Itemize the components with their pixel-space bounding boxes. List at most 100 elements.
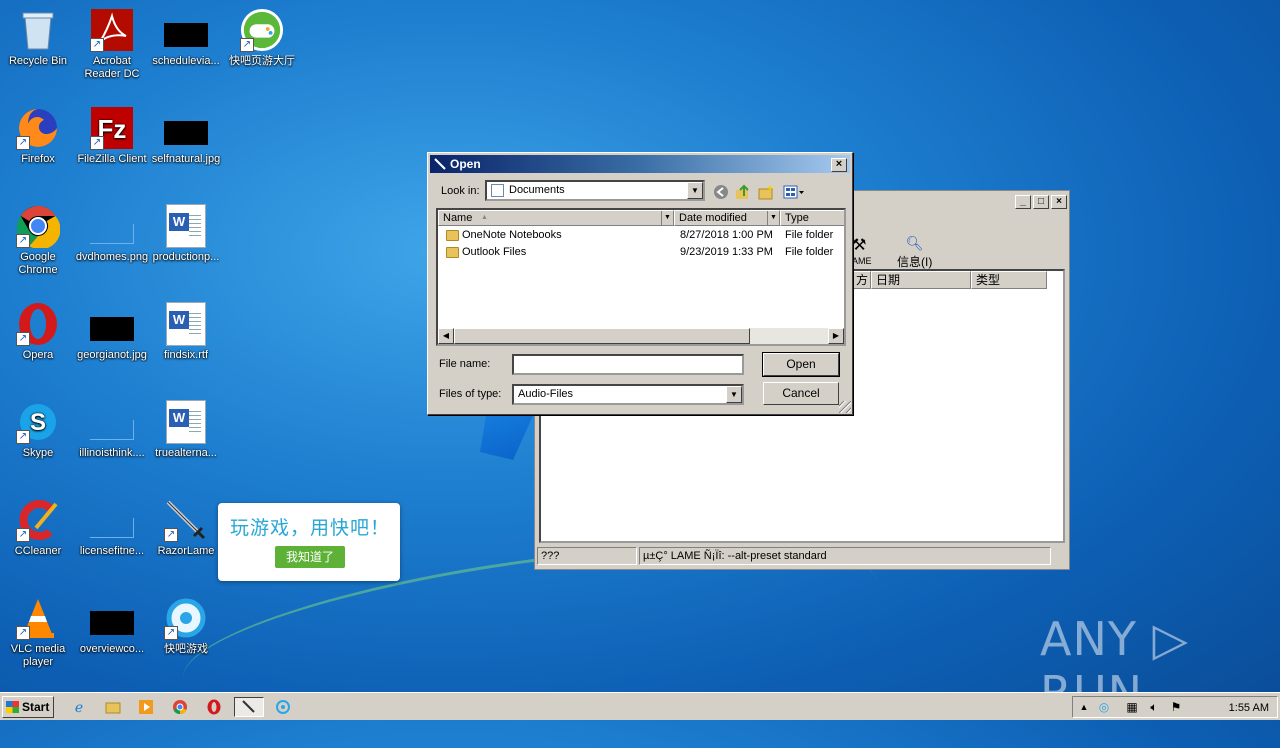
- desktop-icon-acrobat[interactable]: ↗ Acrobat Reader DC: [74, 8, 150, 81]
- opera-icon[interactable]: [203, 697, 225, 717]
- network-icon[interactable]: ▦: [1123, 699, 1141, 715]
- start-label: Start: [22, 700, 50, 714]
- start-button[interactable]: Start: [2, 696, 54, 718]
- column-dropdown-icon[interactable]: ▼: [767, 211, 779, 225]
- folder-icon: [446, 247, 459, 258]
- clock[interactable]: 1:55 AM: [1229, 700, 1269, 716]
- promo-dismiss-button[interactable]: 我知道了: [275, 546, 345, 568]
- desktop-icon-dvdhomes[interactable]: dvdhomes.png: [74, 204, 150, 264]
- desktop-icon-licensefitne[interactable]: licensefitne...: [74, 498, 150, 558]
- horizontal-scrollbar[interactable]: ◀ ▶: [438, 328, 844, 344]
- desktop-icon-skype[interactable]: S ↗ Skype: [0, 400, 76, 460]
- desktop-icon-label: RazorLame: [157, 545, 215, 557]
- file-name-label: File name:: [439, 358, 491, 370]
- desktop-icon-ccleaner[interactable]: ↗ CCleaner: [0, 498, 76, 558]
- desktop-icon-firefox[interactable]: ↗ Firefox: [0, 106, 76, 166]
- desktop-icon-razorlame[interactable]: ↗ RazorLame: [148, 498, 224, 558]
- desktop-icon-selfnatural[interactable]: selfnatural.jpg: [148, 106, 224, 166]
- opera-icon: ↗: [16, 302, 60, 346]
- word-document-icon: W: [164, 302, 208, 346]
- desktop-icon-vlc[interactable]: ↗ VLC media player: [0, 596, 76, 669]
- chevron-down-icon[interactable]: ▼: [687, 182, 703, 199]
- column-date-label: Date modified: [679, 212, 747, 224]
- desktop-icon-overviewco[interactable]: overviewco...: [74, 596, 150, 656]
- acrobat-icon: ↗: [90, 8, 134, 52]
- desktop-icon-georgianot[interactable]: georgianot.jpg: [74, 302, 150, 362]
- column-header-name[interactable]: Name ▲ ▼: [438, 210, 674, 226]
- file-type: File folder: [785, 229, 834, 241]
- scroll-left-icon[interactable]: ◀: [438, 328, 454, 344]
- desktop-icon-findsix[interactable]: W findsix.rtf: [148, 302, 224, 362]
- dialog-titlebar[interactable]: Open ×: [430, 155, 850, 173]
- shortcut-arrow-icon: ↗: [90, 136, 104, 150]
- volume-icon[interactable]: 🔈︎: [1145, 699, 1163, 715]
- status-bar: ??? µ±Ç° LAME Ñ¡Ïî: --alt-preset standar…: [537, 547, 1067, 567]
- shortcut-arrow-icon: ↗: [16, 528, 30, 542]
- desktop-icon-label: overviewco...: [79, 643, 145, 655]
- desktop-icon-google-chrome[interactable]: ↗ Google Chrome: [0, 204, 76, 277]
- media-player-icon[interactable]: [135, 697, 157, 717]
- razorlame-task-icon[interactable]: [234, 697, 264, 717]
- desktop-icon-kuaiba-game[interactable]: ↗ 快吧游戏: [148, 596, 224, 656]
- files-of-type-dropdown[interactable]: Audio-Files ▼: [512, 384, 744, 405]
- files-of-type-value: Audio-Files: [518, 388, 574, 400]
- kuaiba-tray-icon[interactable]: ◎: [1095, 699, 1113, 715]
- chrome-icon: ↗: [16, 204, 60, 248]
- open-button[interactable]: Open: [762, 352, 840, 377]
- column-header-date-modified[interactable]: Date modified ▼: [674, 210, 780, 226]
- scroll-right-icon[interactable]: ▶: [828, 328, 844, 344]
- toolbar-info-button[interactable]: 🔍︎ 信息(I): [897, 235, 932, 270]
- kuaiba-task-icon[interactable]: [272, 697, 294, 717]
- file-name-input[interactable]: [512, 354, 744, 375]
- kuaiba-promo-popup: 玩游戏，用快吧！ 我知道了: [218, 503, 400, 581]
- image-file-icon: [90, 400, 134, 444]
- column-header-type[interactable]: 类型: [971, 271, 1047, 289]
- minimize-button[interactable]: _: [1015, 195, 1031, 209]
- show-hidden-icons-icon[interactable]: ▲: [1075, 699, 1093, 715]
- desktop-icon-label: CCleaner: [14, 545, 62, 557]
- close-icon[interactable]: ×: [831, 158, 847, 172]
- look-in-dropdown[interactable]: Documents ▼: [485, 180, 705, 201]
- look-in-value: Documents: [509, 184, 565, 196]
- open-file-dialog[interactable]: Open × Look in: Documents ▼ Name ▲ ▼ Dat…: [427, 152, 853, 415]
- column-header[interactable]: 方: [851, 271, 871, 289]
- desktop-icon-label: licensefitne...: [79, 545, 145, 557]
- column-header-type[interactable]: Type: [780, 210, 844, 226]
- desktop-icon-kuaiba-lobby[interactable]: ↗ 快吧页游大厅: [224, 8, 300, 68]
- word-document-icon: W: [164, 204, 208, 248]
- explorer-folder-icon[interactable]: [102, 697, 124, 717]
- desktop-icon-filezilla[interactable]: Fz ↗ FileZilla Client: [74, 106, 150, 166]
- look-in-label: Look in:: [441, 185, 480, 197]
- internet-explorer-icon[interactable]: ℯ: [68, 697, 90, 717]
- desktop-icon-truealterna[interactable]: W truealterna...: [148, 400, 224, 460]
- view-menu-icon[interactable]: [781, 182, 807, 202]
- status-pane-left: ???: [537, 547, 637, 565]
- desktop-icon-schedulevia[interactable]: schedulevia...: [148, 8, 224, 68]
- taskbar: Start ℯ ▲ ◎ ▦ 🔈︎ ⚑ 1:55 AM: [0, 692, 1280, 720]
- column-dropdown-icon[interactable]: ▼: [661, 211, 673, 225]
- action-center-flag-icon[interactable]: ⚑: [1167, 699, 1185, 715]
- file-list-view[interactable]: Name ▲ ▼ Date modified ▼ Type OneNote No…: [436, 208, 846, 346]
- back-icon[interactable]: [711, 182, 731, 202]
- file-row[interactable]: OneNote Notebooks 8/27/2018 1:00 PM File…: [438, 227, 844, 244]
- chrome-icon[interactable]: [169, 697, 191, 717]
- column-header-date[interactable]: 日期: [871, 271, 971, 289]
- close-button[interactable]: ×: [1051, 195, 1067, 209]
- shortcut-arrow-icon: ↗: [16, 332, 30, 346]
- maximize-button[interactable]: □: [1033, 195, 1049, 209]
- desktop-icon-productionp[interactable]: W productionp...: [148, 204, 224, 264]
- desktop-icon-recycle-bin[interactable]: Recycle Bin: [0, 8, 76, 68]
- desktop-icon-illinoisthink[interactable]: illinoisthink....: [74, 400, 150, 460]
- desktop-icon-label: Opera: [22, 349, 54, 361]
- cancel-button[interactable]: Cancel: [763, 382, 839, 405]
- scrollbar-thumb[interactable]: [454, 328, 750, 344]
- resize-grip-icon[interactable]: [839, 401, 851, 413]
- desktop-icon-label: productionp...: [152, 251, 220, 263]
- up-folder-icon[interactable]: [733, 182, 753, 202]
- chevron-down-icon[interactable]: ▼: [726, 386, 742, 403]
- desktop-icon-label: Google Chrome: [18, 251, 58, 276]
- file-row[interactable]: Outlook Files 9/23/2019 1:33 PM File fol…: [438, 244, 844, 261]
- desktop-icon-opera[interactable]: ↗ Opera: [0, 302, 76, 362]
- new-folder-icon[interactable]: [756, 182, 776, 202]
- desktop-icon-label: VLC media player: [10, 643, 66, 668]
